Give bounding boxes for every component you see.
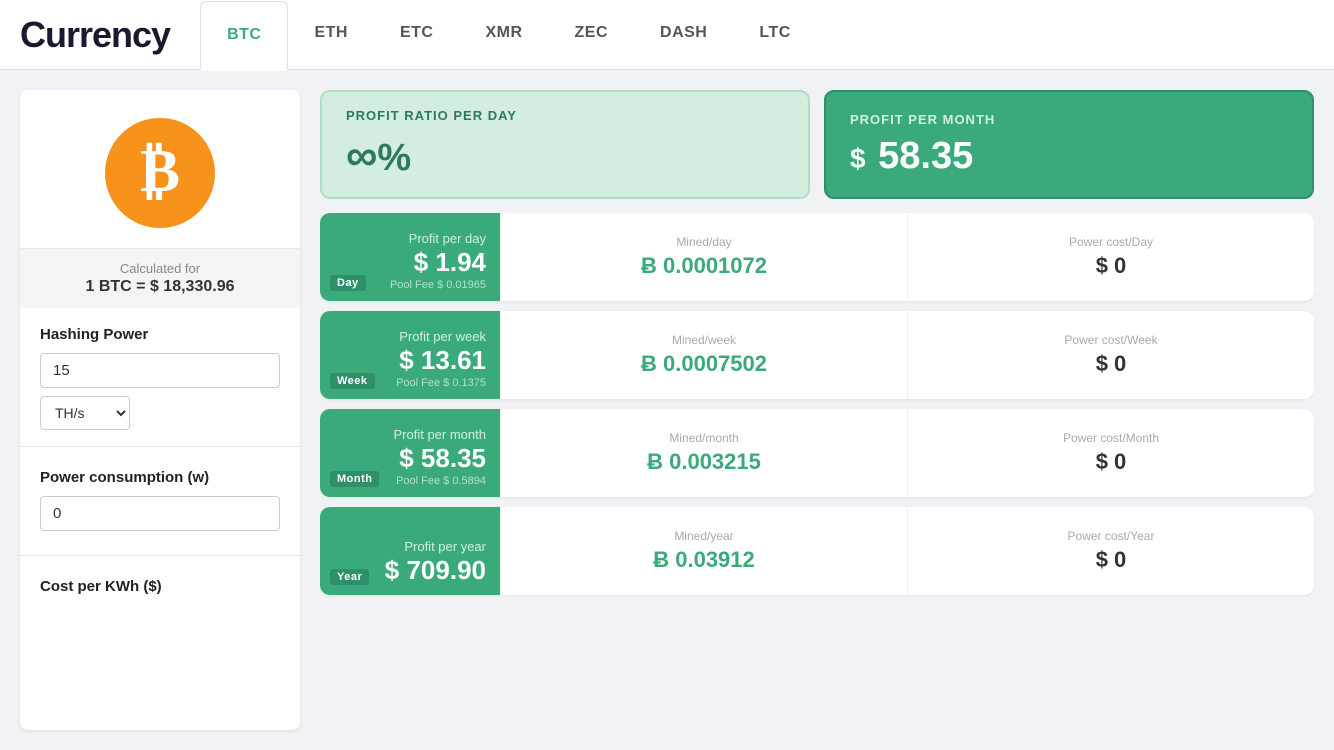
table-row: Profit per day $ 1.94 Pool Fee $ 0.01965… <box>320 213 1314 301</box>
hashing-power-unit-row: TH/s GH/s MH/s KH/s <box>40 396 280 430</box>
btc-symbol: ₿ <box>140 141 180 201</box>
power-cell-week: Power cost/Week $ 0 <box>907 311 1314 399</box>
row-left-day: Profit per day $ 1.94 Pool Fee $ 0.01965… <box>320 213 500 301</box>
row-left-week: Profit per week $ 13.61 Pool Fee $ 0.137… <box>320 311 500 399</box>
power-label-year: Power cost/Year <box>1068 529 1155 543</box>
coin-logo: ₿ <box>105 118 215 228</box>
tab-xmr[interactable]: XMR <box>459 0 548 70</box>
profit-value-week: $ 13.61 <box>334 346 486 375</box>
mined-value-week: Ƀ 0.0007502 <box>641 351 767 377</box>
mined-cell-day: Mined/day Ƀ 0.0001072 <box>500 213 907 301</box>
header: Currency BTC ETH ETC XMR ZEC DASH LTC <box>0 0 1334 70</box>
tab-eth[interactable]: ETH <box>288 0 374 70</box>
profit-value-month: $ 58.35 <box>334 444 486 473</box>
tab-ltc[interactable]: LTC <box>733 0 816 70</box>
row-left-year: Profit per year $ 709.90 Year <box>320 507 500 595</box>
cost-per-kwh-section: Cost per KWh ($) <box>20 560 300 617</box>
mined-value-year: Ƀ 0.03912 <box>653 547 755 573</box>
cost-per-kwh-label: Cost per KWh ($) <box>40 578 280 595</box>
mined-cell-year: Mined/year Ƀ 0.03912 <box>500 507 907 595</box>
tab-dash[interactable]: DASH <box>634 0 733 70</box>
profit-title-month: Profit per month <box>334 427 486 442</box>
hashing-power-label: Hashing Power <box>40 326 280 343</box>
power-consumption-label: Power consumption (w) <box>40 469 280 486</box>
power-consumption-input[interactable] <box>40 496 280 531</box>
power-value-week: $ 0 <box>1096 351 1127 377</box>
tab-btc[interactable]: BTC <box>200 1 288 71</box>
coin-logo-area: ₿ <box>20 90 300 248</box>
profit-title-year: Profit per year <box>334 539 486 554</box>
power-cell-month: Power cost/Month $ 0 <box>907 409 1314 497</box>
profit-per-month-card: PROFIT PER MONTH $ 58.35 <box>824 90 1314 199</box>
power-value-day: $ 0 <box>1096 253 1127 279</box>
mined-label-week: Mined/week <box>672 333 736 347</box>
period-label-month: Month <box>330 471 379 487</box>
row-cells-week: Mined/week Ƀ 0.0007502 Power cost/Week $… <box>500 311 1314 399</box>
hashing-power-section: Hashing Power TH/s GH/s MH/s KH/s <box>20 308 300 442</box>
profit-ratio-value: ∞% <box>346 131 784 181</box>
coin-price-area: Calculated for 1 BTC = $ 18,330.96 <box>20 248 300 308</box>
power-consumption-section: Power consumption (w) <box>20 451 300 551</box>
profit-ratio-label: PROFIT RATIO PER DAY <box>346 108 784 123</box>
period-label-day: Day <box>330 275 366 291</box>
hashing-power-unit-select[interactable]: TH/s GH/s MH/s KH/s <box>40 396 130 430</box>
left-panel: ₿ Calculated for 1 BTC = $ 18,330.96 Has… <box>20 90 300 730</box>
period-label-week: Week <box>330 373 375 389</box>
profit-title-day: Profit per day <box>334 231 486 246</box>
mined-value-day: Ƀ 0.0001072 <box>641 253 767 279</box>
power-label-day: Power cost/Day <box>1069 235 1153 249</box>
tab-zec[interactable]: ZEC <box>549 0 635 70</box>
power-label-month: Power cost/Month <box>1063 431 1159 445</box>
hashing-power-input[interactable] <box>40 353 280 388</box>
mined-label-day: Mined/day <box>676 235 731 249</box>
power-value-month: $ 0 <box>1096 449 1127 475</box>
mined-value-month: Ƀ 0.003215 <box>647 449 761 475</box>
profit-per-month-value: $ 58.35 <box>850 135 1288 178</box>
profit-title-week: Profit per week <box>334 329 486 344</box>
page-title: Currency <box>20 14 170 56</box>
row-cells-day: Mined/day Ƀ 0.0001072 Power cost/Day $ 0 <box>500 213 1314 301</box>
power-value-year: $ 0 <box>1096 547 1127 573</box>
table-row: Profit per week $ 13.61 Pool Fee $ 0.137… <box>320 311 1314 399</box>
period-label-year: Year <box>330 569 369 585</box>
summary-cards: PROFIT RATIO PER DAY ∞% PROFIT PER MONTH… <box>320 90 1314 199</box>
right-panel: PROFIT RATIO PER DAY ∞% PROFIT PER MONTH… <box>320 90 1314 730</box>
power-cell-year: Power cost/Year $ 0 <box>907 507 1314 595</box>
mined-label-month: Mined/month <box>669 431 738 445</box>
row-cells-month: Mined/month Ƀ 0.003215 Power cost/Month … <box>500 409 1314 497</box>
calculated-for-label: Calculated for <box>20 261 300 276</box>
power-cell-day: Power cost/Day $ 0 <box>907 213 1314 301</box>
btc-price: 1 BTC = $ 18,330.96 <box>20 278 300 296</box>
power-label-week: Power cost/Week <box>1064 333 1157 347</box>
tab-etc[interactable]: ETC <box>374 0 460 70</box>
profit-ratio-card: PROFIT RATIO PER DAY ∞% <box>320 90 810 199</box>
profit-per-month-label: PROFIT PER MONTH <box>850 112 1288 127</box>
mined-label-year: Mined/year <box>674 529 733 543</box>
currency-tabs: BTC ETH ETC XMR ZEC DASH LTC <box>200 0 817 70</box>
data-rows: Profit per day $ 1.94 Pool Fee $ 0.01965… <box>320 213 1314 730</box>
table-row: Profit per year $ 709.90 Year Mined/year… <box>320 507 1314 595</box>
row-left-month: Profit per month $ 58.35 Pool Fee $ 0.58… <box>320 409 500 497</box>
table-row: Profit per month $ 58.35 Pool Fee $ 0.58… <box>320 409 1314 497</box>
profit-value-day: $ 1.94 <box>334 248 486 277</box>
mined-cell-month: Mined/month Ƀ 0.003215 <box>500 409 907 497</box>
mined-cell-week: Mined/week Ƀ 0.0007502 <box>500 311 907 399</box>
main-content: ₿ Calculated for 1 BTC = $ 18,330.96 Has… <box>0 70 1334 750</box>
row-cells-year: Mined/year Ƀ 0.03912 Power cost/Year $ 0 <box>500 507 1314 595</box>
